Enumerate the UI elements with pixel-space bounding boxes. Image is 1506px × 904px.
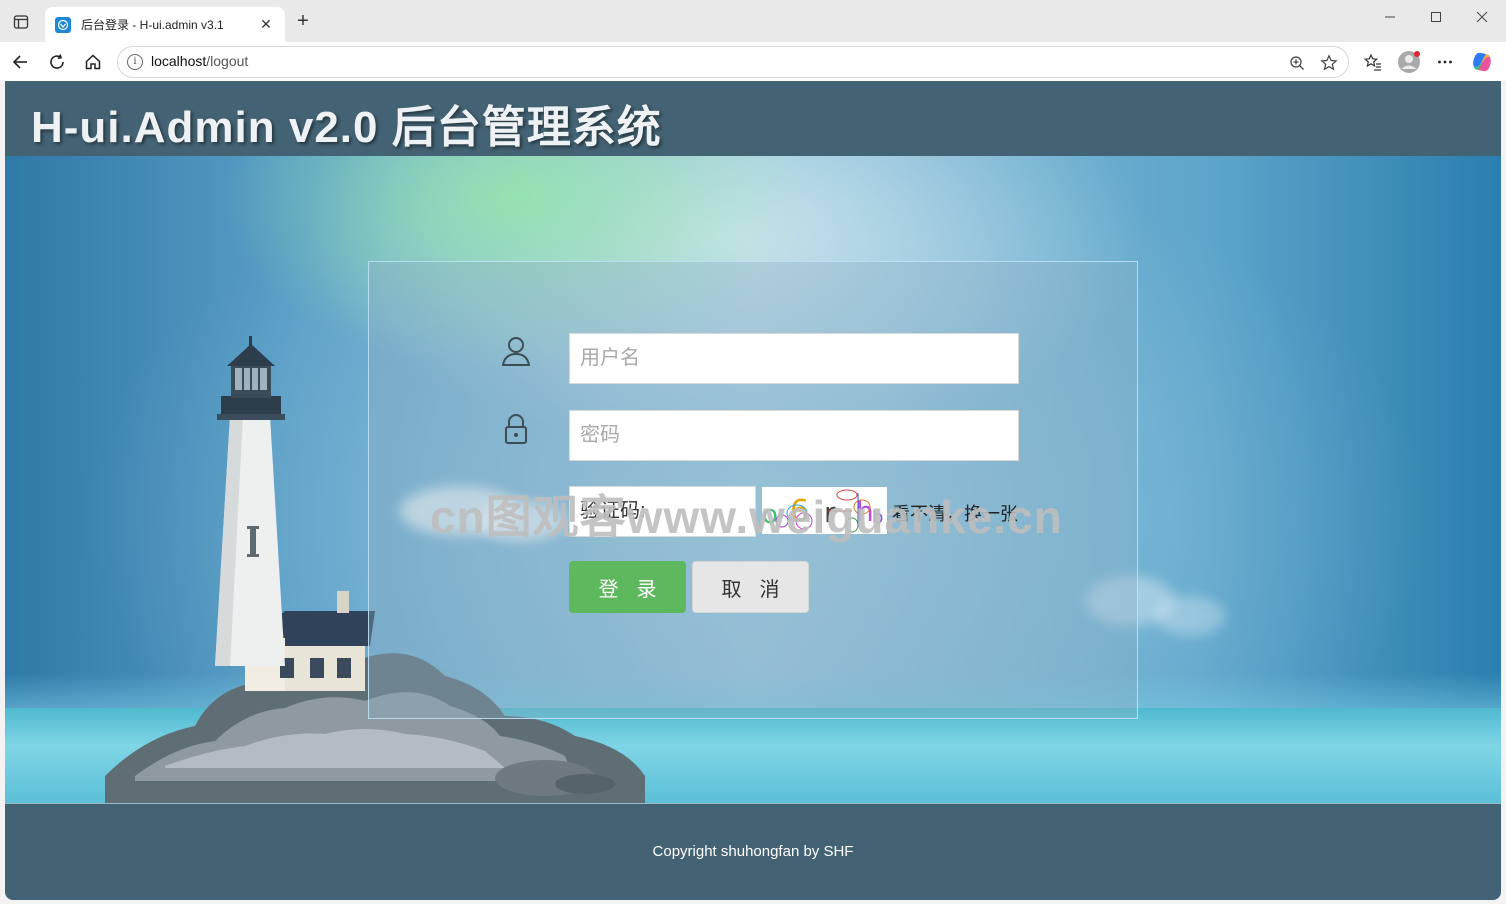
maximize-icon[interactable] — [1421, 10, 1451, 32]
plus-icon[interactable]: + — [292, 11, 314, 33]
refresh-icon[interactable] — [45, 50, 69, 74]
profile-icon[interactable] — [1397, 50, 1421, 74]
copilot-icon[interactable] — [1470, 50, 1494, 74]
url-path: /logout — [206, 53, 249, 69]
password-input[interactable]: 密码 — [569, 410, 1019, 461]
cloud — [1155, 596, 1225, 636]
username-placeholder: 用户名 — [580, 347, 640, 369]
more-icon[interactable] — [1433, 50, 1457, 74]
browser-tab[interactable]: 后台登录 - H-ui.admin v3.1 ✕ — [45, 7, 285, 42]
login-button[interactable]: 登录 — [569, 561, 686, 613]
page-header: H-ui.Admin v2.0 后台管理系统 — [5, 81, 1501, 156]
tab-title: 后台登录 - H-ui.admin v3.1 — [81, 18, 224, 32]
info-icon[interactable]: i — [127, 54, 143, 70]
browser-tab-bar: 后台登录 - H-ui.admin v3.1 ✕ + — [0, 0, 1506, 42]
cancel-button[interactable]: 取消 — [692, 561, 809, 613]
page-footer: Copyright shuhongfan by SHF — [5, 803, 1501, 900]
close-icon[interactable]: ✕ — [257, 16, 275, 33]
favorites-icon[interactable] — [1361, 50, 1385, 74]
page-viewport: H-ui.Admin v2.0 后台管理系统 用户名 密码 验证码: o 6 r… — [5, 81, 1501, 900]
user-icon — [500, 334, 532, 368]
zoom-icon[interactable] — [1286, 52, 1308, 74]
address-bar[interactable]: i localhost/logout — [117, 46, 1349, 78]
favicon-icon — [55, 16, 71, 33]
sidebar-toggle-icon[interactable] — [8, 9, 34, 35]
back-icon[interactable] — [8, 50, 32, 74]
lock-icon — [500, 412, 532, 446]
star-icon[interactable] — [1318, 52, 1340, 74]
watermark: cn图观客www.weiguanke.cn — [430, 491, 1063, 543]
home-icon[interactable] — [81, 50, 105, 74]
url-host: localhost — [151, 53, 207, 69]
login-background: 用户名 密码 验证码: o 6 r h b 看不清，换一张 登录 取消 cn图观… — [5, 156, 1501, 816]
password-placeholder: 密码 — [580, 424, 620, 446]
minimize-icon[interactable] — [1375, 10, 1405, 32]
close-window-icon[interactable] — [1467, 10, 1497, 32]
username-input[interactable]: 用户名 — [569, 333, 1019, 384]
url-text[interactable]: localhost/logout — [151, 53, 248, 69]
copyright-text: Copyright shuhongfan by SHF — [652, 843, 854, 860]
logo: H-ui.Admin v2.0 后台管理系统 — [31, 103, 662, 152]
browser-toolbar: i localhost/logout — [0, 42, 1506, 81]
